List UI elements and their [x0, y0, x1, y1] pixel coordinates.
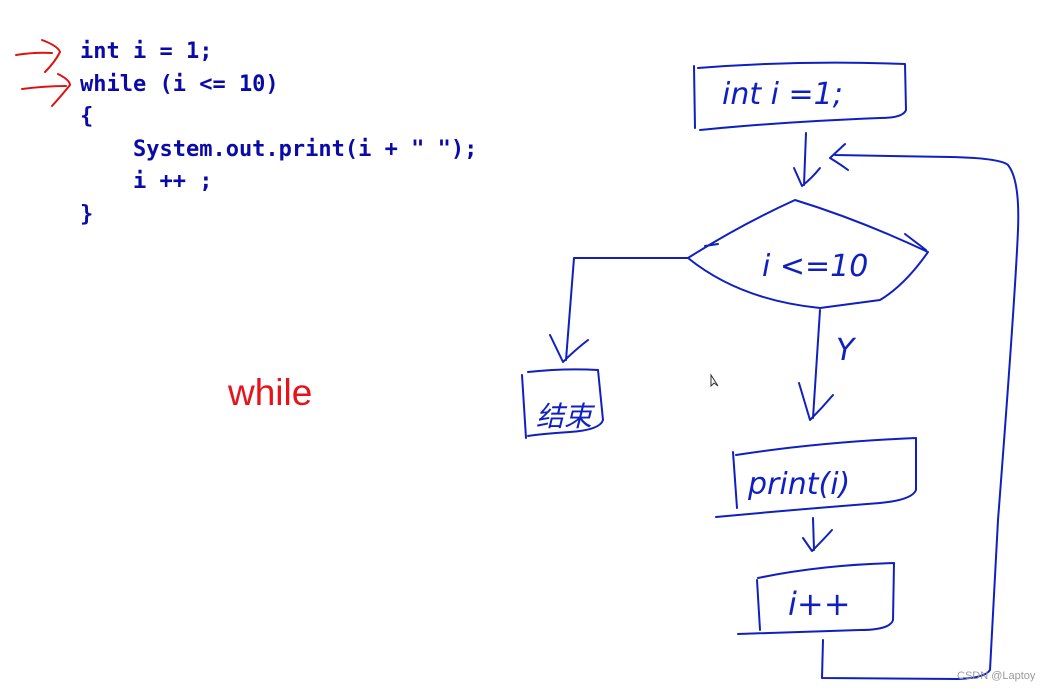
end-label: 结束 — [536, 400, 596, 433]
increment-label: i++ — [788, 585, 851, 623]
red-arrow-icon — [15, 39, 72, 107]
print-label: print(i) — [747, 467, 850, 502]
flowchart: int i =1; i <=10 结束 Y print(i) i++ — [15, 39, 1020, 680]
yes-label: Y — [836, 333, 857, 368]
condition-label: i <=10 — [762, 249, 868, 284]
watermark: CSDN @Laptoy — [957, 670, 1036, 682]
cursor-icon — [710, 373, 719, 388]
init-label: int i =1; — [722, 77, 843, 112]
